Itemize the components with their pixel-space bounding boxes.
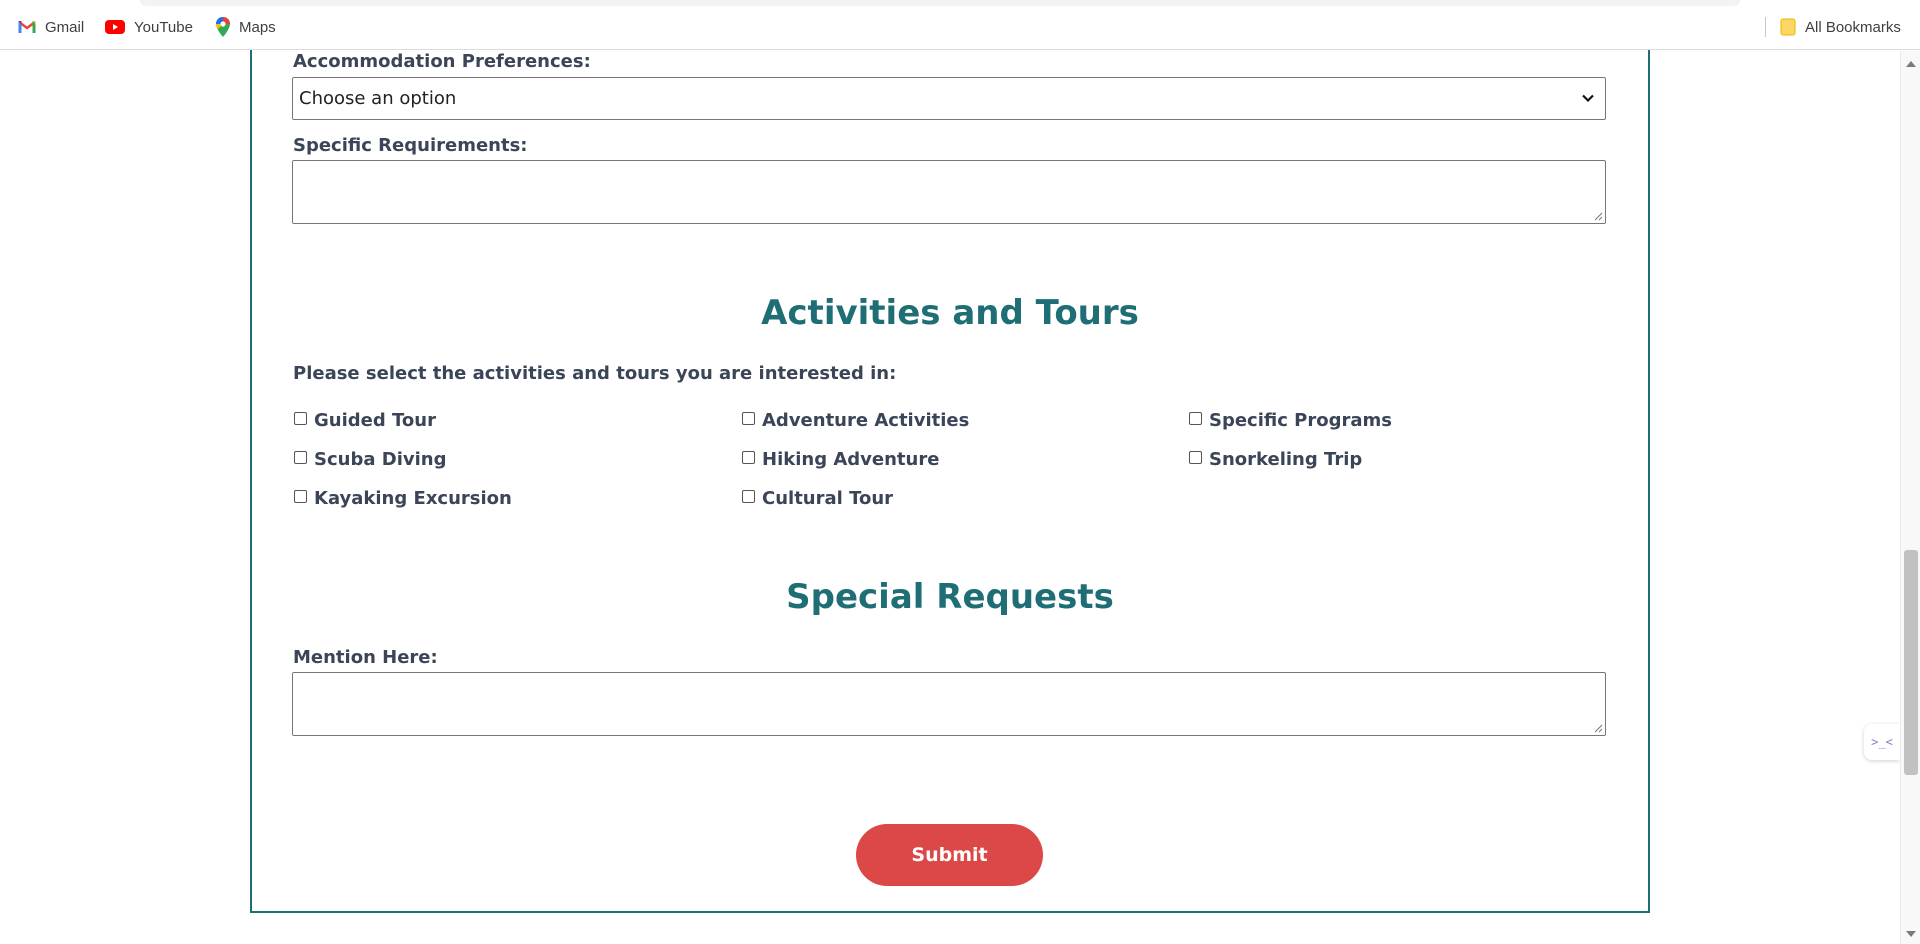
- checkbox-label: Adventure Activities: [762, 410, 970, 431]
- checkbox[interactable]: [1189, 451, 1202, 464]
- submit-button[interactable]: Submit: [856, 824, 1043, 886]
- checkbox-cultural-tour[interactable]: Cultural Tour: [742, 488, 893, 509]
- all-bookmarks-button[interactable]: All Bookmarks: [1780, 16, 1901, 38]
- checkbox-adventure-activities[interactable]: Adventure Activities: [742, 410, 969, 431]
- bookmark-gmail[interactable]: Gmail: [18, 16, 84, 38]
- resize-grip-icon[interactable]: [1593, 723, 1603, 733]
- activities-heading: Activities and Tours: [761, 293, 1139, 333]
- special-requests-heading: Special Requests: [786, 577, 1114, 617]
- requirements-label: Specific Requirements:: [293, 135, 528, 156]
- scroll-up-arrow-icon[interactable]: [1906, 61, 1916, 67]
- checkbox-label: Specific Programs: [1209, 410, 1392, 431]
- bookmark-maps[interactable]: Maps: [216, 16, 276, 38]
- checkbox-label: Hiking Adventure: [762, 449, 940, 470]
- bookmark-label: YouTube: [134, 18, 193, 36]
- accommodation-label: Accommodation Preferences:: [293, 51, 591, 72]
- bookmarks-bar: Gmail YouTube Maps All Bookmarks: [0, 0, 1920, 50]
- chevron-down-icon: [1582, 94, 1594, 103]
- terminal-icon: >_<: [1871, 735, 1893, 749]
- mention-textarea[interactable]: [292, 672, 1606, 736]
- mention-label: Mention Here:: [293, 647, 438, 668]
- checkbox-label: Guided Tour: [314, 410, 436, 431]
- bookmark-youtube[interactable]: YouTube: [105, 16, 193, 38]
- omnibox-edge: [140, 0, 1740, 6]
- checkbox[interactable]: [1189, 412, 1202, 425]
- checkbox-specific-programs[interactable]: Specific Programs: [1189, 410, 1392, 431]
- activities-prompt: Please select the activities and tours y…: [293, 363, 897, 384]
- checkbox-label: Cultural Tour: [762, 488, 894, 509]
- folder-icon: [1780, 18, 1796, 36]
- extension-widget[interactable]: >_<: [1864, 724, 1900, 760]
- gmail-icon: [18, 21, 36, 33]
- checkbox-snorkeling-trip[interactable]: Snorkeling Trip: [1189, 449, 1362, 470]
- bookmark-label: Gmail: [45, 18, 85, 36]
- page-scrollbar[interactable]: [1900, 51, 1920, 944]
- checkbox[interactable]: [742, 451, 755, 464]
- checkbox[interactable]: [742, 412, 755, 425]
- checkbox-label: Snorkeling Trip: [1209, 449, 1363, 470]
- checkbox-label: Kayaking Excursion: [314, 488, 512, 509]
- accommodation-select[interactable]: Choose an option: [292, 77, 1606, 120]
- maps-pin-icon: [216, 17, 230, 37]
- checkbox[interactable]: [294, 490, 307, 503]
- checkbox[interactable]: [294, 451, 307, 464]
- bookmark-label: All Bookmarks: [1805, 18, 1901, 36]
- bookmark-label: Maps: [239, 18, 276, 36]
- checkbox-kayaking-excursion[interactable]: Kayaking Excursion: [294, 488, 512, 509]
- scrollbar-thumb[interactable]: [1904, 550, 1918, 775]
- youtube-icon: [105, 20, 125, 34]
- bookmarks-separator: [1765, 17, 1766, 37]
- checkbox-scuba-diving[interactable]: Scuba Diving: [294, 449, 446, 470]
- checkbox[interactable]: [742, 490, 755, 503]
- scroll-down-arrow-icon[interactable]: [1906, 931, 1916, 937]
- checkbox-hiking-adventure[interactable]: Hiking Adventure: [742, 449, 939, 470]
- checkbox-guided-tour[interactable]: Guided Tour: [294, 410, 436, 431]
- resize-grip-icon[interactable]: [1593, 211, 1603, 221]
- requirements-textarea[interactable]: [292, 160, 1606, 224]
- accommodation-selected-value: Choose an option: [299, 88, 457, 109]
- checkbox-label: Scuba Diving: [314, 449, 447, 470]
- checkbox[interactable]: [294, 412, 307, 425]
